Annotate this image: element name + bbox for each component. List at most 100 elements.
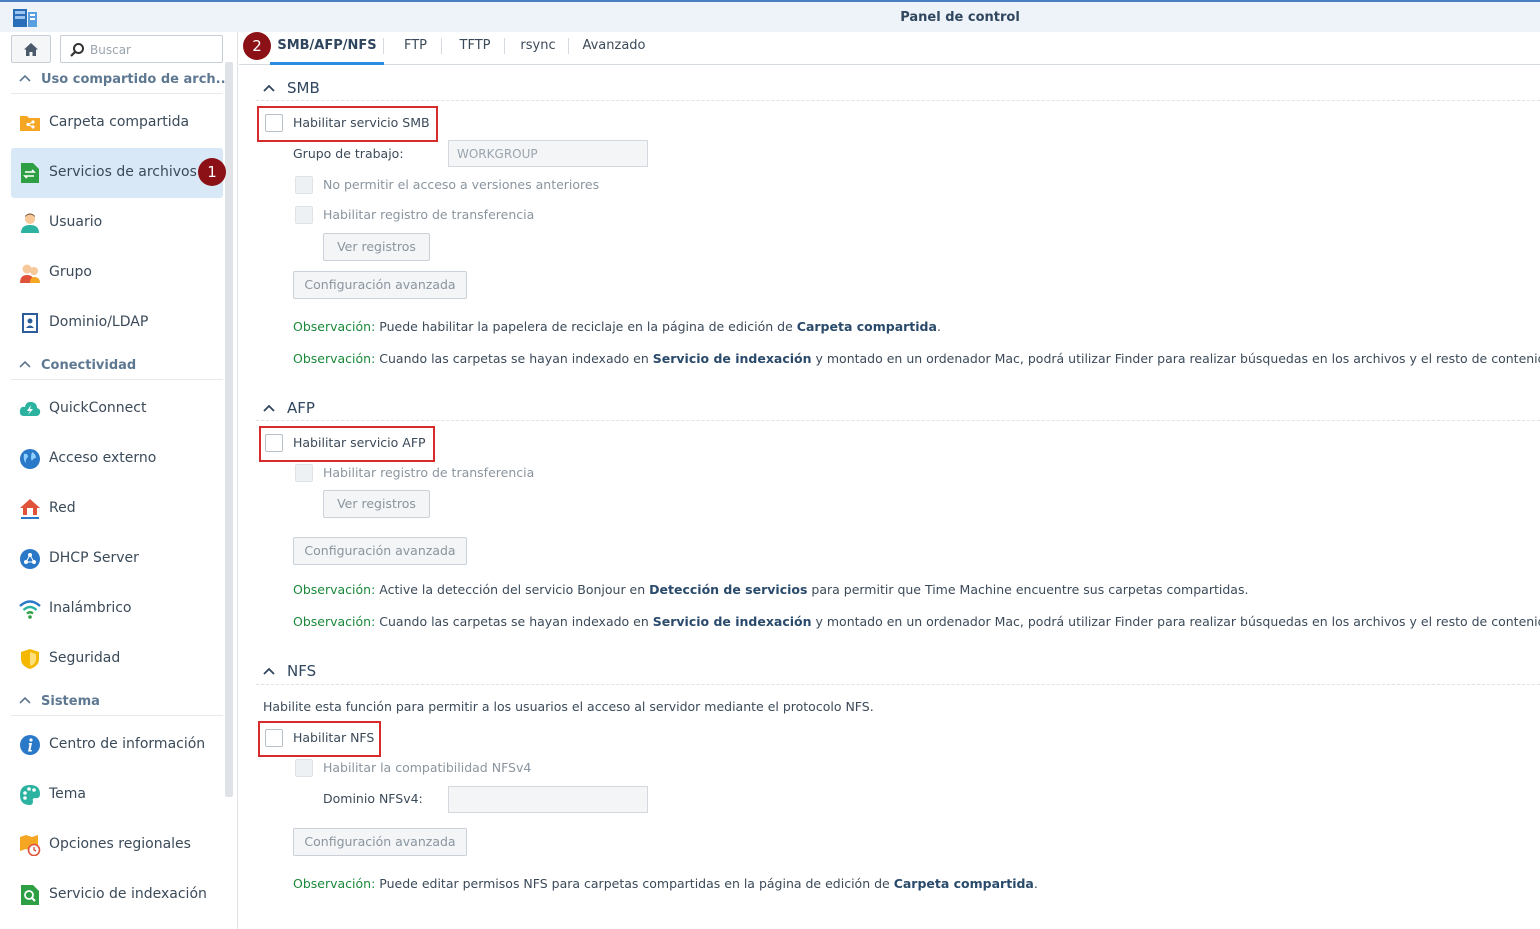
note-suffix: . [1033,876,1038,891]
sidebar-item-label: Usuario [49,214,103,230]
smb-note-recycle-bin: Observación: Puede habilitar la papelera… [293,319,941,334]
domain-ldap-icon [22,313,38,333]
nfsv4-domain-input[interactable] [448,786,648,813]
search-field[interactable] [60,35,223,63]
group-label: Uso compartido de arch... [41,72,231,87]
workgroup-input[interactable]: WORKGROUP [448,140,648,167]
sidebar-item-external-access[interactable]: Acceso externo [11,434,223,484]
section-divider [256,684,1540,685]
window-title: Panel de control [900,10,1020,25]
note-text: Puede habilitar la papelera de reciclaje… [375,319,797,334]
tab-ftp[interactable]: FTP [389,32,442,60]
sidebar-item-indexing-service[interactable]: Servicio de indexación [11,870,223,920]
chevron-up-icon [263,667,275,675]
section-divider [256,420,1540,421]
group-header-connectivity[interactable]: Conectividad [11,350,223,380]
note-text: Puede editar permisos NFS para carpetas … [375,876,894,891]
enable-afp-checkbox[interactable] [265,434,283,452]
smb-view-logs-button[interactable]: Ver registros [323,233,430,261]
no-prev-versions-checkbox[interactable] [295,176,313,194]
sidebar-item-user[interactable]: Usuario [11,198,223,248]
group-label: Conectividad [41,358,137,373]
sidebar: Uso compartido de arch... Carpeta compar… [0,32,238,929]
search-icon [70,43,84,57]
tab-smb-afp-nfs[interactable]: SMB/AFP/NFS [270,32,384,65]
afp-transfer-log-label: Habilitar registro de transferencia [323,465,535,480]
sidebar-scrollbar[interactable] [225,62,233,797]
sidebar-item-label: Seguridad [49,650,121,666]
step-badge-2: 2 [243,32,271,60]
chevron-up-icon [19,74,31,82]
smb-note-indexing: Observación: Cuando las carpetas se haya… [293,351,1540,366]
nfsv4-support-label: Habilitar la compatibilidad NFSv4 [323,760,532,775]
sidebar-item-shared-folder[interactable]: Carpeta compartida [11,98,223,148]
file-services-icon [21,163,39,183]
smb-section-title: SMB [287,79,320,97]
indexing-service-link[interactable]: Servicio de indexación [653,614,812,629]
enable-afp-label: Habilitar servicio AFP [293,435,426,450]
regional-options-icon [20,835,41,856]
indexing-service-link[interactable]: Servicio de indexación [653,351,812,366]
sidebar-item-regional-options[interactable]: Opciones regionales [11,820,223,870]
sidebar-item-dhcp-server[interactable]: DHCP Server [11,534,223,584]
home-button[interactable] [11,35,51,63]
afp-advanced-settings-button[interactable]: Configuración avanzada [293,537,467,565]
shared-folder-link[interactable]: Carpeta compartida [894,876,1034,891]
sidebar-item-group[interactable]: Grupo [11,248,223,298]
note-prefix: Observación: [293,351,376,366]
palette-icon [20,785,40,805]
group-header-file-sharing[interactable]: Uso compartido de arch... [11,64,230,94]
note-prefix: Observación: [293,876,376,891]
chevron-up-icon [19,696,31,704]
sidebar-item-wireless[interactable]: Inalámbrico [11,584,223,634]
afp-section-title: AFP [287,399,315,417]
sidebar-item-label: Dominio/LDAP [49,314,149,330]
sidebar-item-info-center[interactable]: Centro de información [11,720,223,770]
sidebar-item-label: Red [49,500,76,516]
sidebar-item-label: Inalámbrico [49,600,132,616]
group-label: Sistema [41,694,100,709]
afp-transfer-log-checkbox[interactable] [295,464,313,482]
enable-nfs-checkbox[interactable] [265,729,283,747]
chevron-up-icon [263,84,275,92]
enable-smb-checkbox[interactable] [265,114,283,132]
shared-folder-icon [20,116,40,131]
main-panel: SMB/AFP/NFS FTP TFTP rsync Avanzado 2 SM… [239,32,1540,929]
enable-smb-label: Habilitar servicio SMB [293,115,430,130]
tab-tftp[interactable]: TFTP [445,32,505,60]
workgroup-label: Grupo de trabajo: [293,146,404,161]
tab-bar: SMB/AFP/NFS FTP TFTP rsync Avanzado [239,32,1540,65]
note-text: Cuando las carpetas se hayan indexado en [375,614,653,629]
tab-rsync[interactable]: rsync [507,32,569,60]
service-discovery-link[interactable]: Detección de servicios [649,582,807,597]
nfs-advanced-settings-button[interactable]: Configuración avanzada [293,828,467,856]
sidebar-item-security[interactable]: Seguridad [11,634,223,684]
sidebar-item-label: Opciones regionales [49,836,191,852]
quickconnect-icon [19,401,41,416]
search-input[interactable] [90,40,215,60]
note-text: Cuando las carpetas se hayan indexado en [375,351,653,366]
note-prefix: Observación: [293,614,376,629]
afp-note-bonjour: Observación: Active la detección del ser… [293,582,1248,597]
sidebar-item-file-services[interactable]: Servicios de archivos [11,148,223,198]
home-icon [24,42,38,56]
afp-view-logs-button[interactable]: Ver registros [323,490,430,518]
dhcp-server-icon [20,549,40,569]
tab-advanced[interactable]: Avanzado [575,32,653,60]
sidebar-item-network[interactable]: Red [11,484,223,534]
sidebar-item-quickconnect[interactable]: QuickConnect [11,384,223,434]
shared-folder-link[interactable]: Carpeta compartida [797,319,937,334]
nfsv4-support-checkbox[interactable] [295,759,313,777]
enable-nfs-label: Habilitar NFS [293,730,375,745]
smb-transfer-log-checkbox[interactable] [295,206,313,224]
sidebar-item-domain-ldap[interactable]: Dominio/LDAP [11,298,223,348]
sidebar-item-label: QuickConnect [49,400,147,416]
nfs-section-title: NFS [287,662,317,680]
chevron-up-icon [263,404,275,412]
shield-icon [21,649,39,669]
sidebar-item-theme[interactable]: Tema [11,770,223,820]
title-bar: Panel de control [0,0,1540,32]
group-header-system[interactable]: Sistema [11,686,223,716]
section-divider [256,100,1540,101]
smb-advanced-settings-button[interactable]: Configuración avanzada [293,271,467,299]
